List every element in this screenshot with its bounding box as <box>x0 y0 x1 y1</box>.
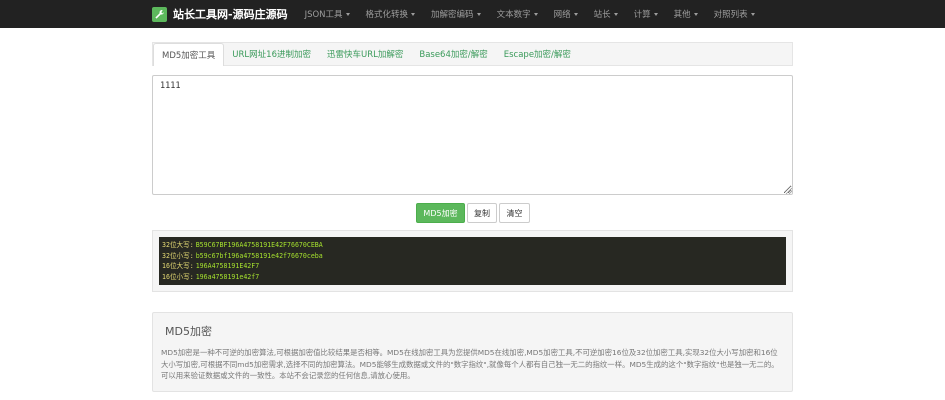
nav-menu: JSON工具 格式化转换 加解密编码 文本数字 网络 站长 计算 其他 对照列表 <box>297 0 763 28</box>
result-label: 32位小写: <box>162 251 194 260</box>
nav-item-label: 其他 <box>673 10 691 20</box>
caret-down-icon <box>476 12 481 16</box>
result-label: 16位大写: <box>162 262 194 270</box>
result-row: 16位大写: 196A4758191E42F7 <box>162 261 783 272</box>
nav-item-calc[interactable]: 计算 <box>626 0 666 28</box>
nav-item-label: 对照列表 <box>713 10 748 20</box>
result-label: 16位小写: <box>162 272 194 281</box>
md5-encrypt-button[interactable]: MD5加密 <box>416 203 465 223</box>
caret-down-icon <box>345 12 350 16</box>
result-panel: 32位大写: B59C67BF196A4758191E42F76670CEBA … <box>152 230 793 292</box>
info-panel: MD5加密 MD5加密是一种不可逆的加密算法,可根据加密值比较结果是否相等。MD… <box>152 312 793 392</box>
nav-item-label: 站长 <box>593 10 611 20</box>
copy-button[interactable]: 复制 <box>467 203 497 223</box>
result-value: b59c67bf196a4758191e42f76670ceba <box>195 251 323 260</box>
result-label: 32位大写: <box>162 241 194 249</box>
brand-link[interactable]: 站长工具网-源码庄源码 <box>152 0 288 28</box>
tab-thunder-url[interactable]: 迅雷快车URL加解密 <box>319 43 411 65</box>
caret-down-icon <box>613 12 618 16</box>
nav-item-reference[interactable]: 对照列表 <box>706 0 763 28</box>
caret-down-icon <box>693 12 698 16</box>
nav-item-other[interactable]: 其他 <box>666 0 706 28</box>
result-row: 32位小写: b59c67bf196a4758191e42f76670ceba <box>162 251 783 262</box>
nav-item-crypto[interactable]: 加解密编码 <box>423 0 489 28</box>
result-output: 32位大写: B59C67BF196A4758191E42F76670CEBA … <box>159 237 786 285</box>
info-title: MD5加密 <box>165 325 212 338</box>
result-value: 196A4758191E42F7 <box>195 262 260 270</box>
caret-down-icon <box>750 12 755 16</box>
nav-item-text[interactable]: 文本数字 <box>489 0 546 28</box>
caret-down-icon <box>411 12 416 16</box>
nav-item-label: 网络 <box>553 10 571 20</box>
tab-base64[interactable]: Base64加密/解密 <box>411 43 495 65</box>
nav-item-network[interactable]: 网络 <box>546 0 586 28</box>
result-value: 196a4758191e42f7 <box>195 272 260 281</box>
info-description: MD5加密是一种不可逆的加密算法,可根据加密值比较结果是否相等。MD5在线加密工… <box>161 348 779 380</box>
result-row: 32位大写: B59C67BF196A4758191E42F76670CEBA <box>162 240 783 251</box>
action-buttons: MD5加密 复制 清空 <box>0 203 945 223</box>
clear-button[interactable]: 清空 <box>499 203 530 223</box>
caret-down-icon <box>573 12 578 16</box>
nav-item-label: 计算 <box>633 10 651 20</box>
caret-down-icon <box>653 12 658 16</box>
result-value: B59C67BF196A4758191E42F76670CEBA <box>195 241 323 249</box>
tab-md5[interactable]: MD5加密工具 <box>153 43 225 66</box>
md5-input-textarea[interactable]: 1111 <box>152 75 793 195</box>
nav-item-webmaster[interactable]: 站长 <box>586 0 626 28</box>
tool-tabs: MD5加密工具 URL网址16进制加密 迅雷快车URL加解密 Base64加密/… <box>152 42 793 66</box>
nav-item-label: 文本数字 <box>496 10 531 20</box>
wrench-icon <box>152 6 167 22</box>
nav-item-json[interactable]: JSON工具 <box>297 0 358 28</box>
brand-title: 站长工具网-源码庄源码 <box>173 8 288 21</box>
nav-item-label: 格式化转换 <box>365 10 409 20</box>
tab-escape[interactable]: Escape加密/解密 <box>496 43 579 65</box>
nav-item-label: 加解密编码 <box>431 10 474 20</box>
nav-item-label: JSON工具 <box>304 10 343 20</box>
nav-item-format[interactable]: 格式化转换 <box>358 0 424 28</box>
top-navbar: 站长工具网-源码庄源码 JSON工具 格式化转换 加解密编码 文本数字 网络 站… <box>0 0 945 28</box>
tab-url-hex[interactable]: URL网址16进制加密 <box>224 43 319 65</box>
result-row: 16位小写: 196a4758191e42f7 <box>162 272 783 283</box>
caret-down-icon <box>533 12 538 16</box>
